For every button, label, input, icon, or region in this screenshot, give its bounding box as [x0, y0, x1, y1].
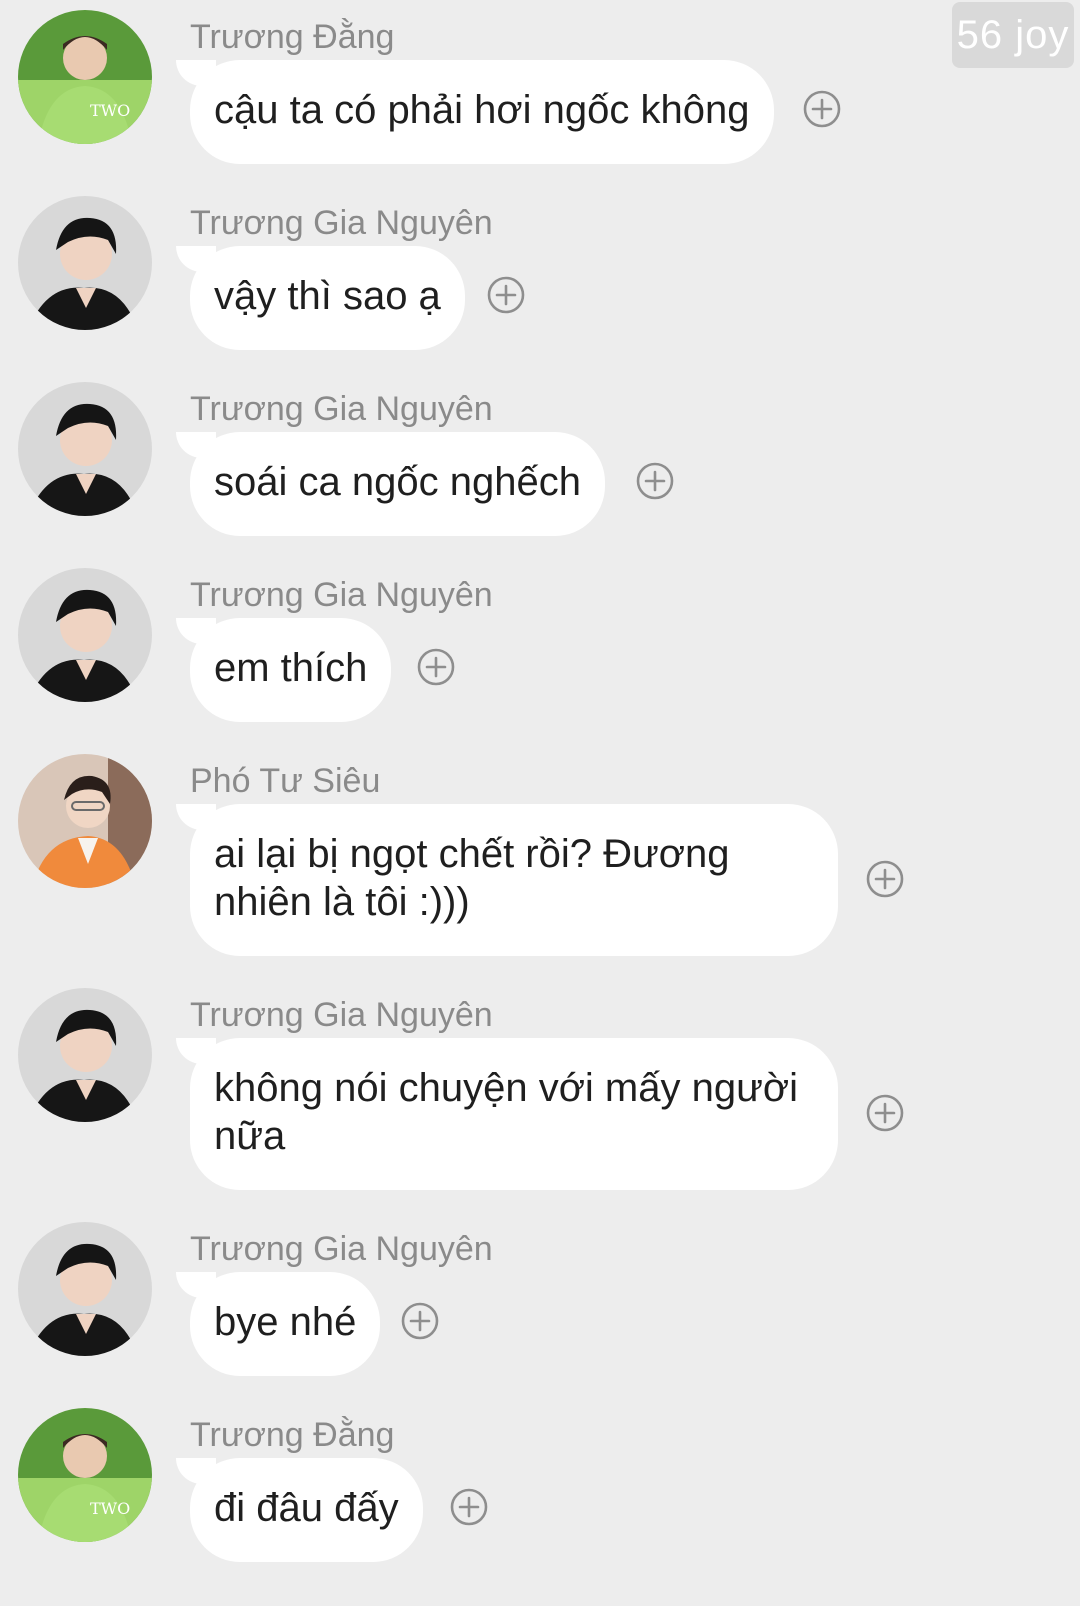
plus-circle-icon [803, 90, 841, 128]
avatar[interactable]: TWO [18, 1408, 152, 1542]
add-reaction-button[interactable] [401, 1302, 439, 1340]
sender-name: Trương Gia Nguyên [190, 996, 493, 1034]
svg-text:TWO: TWO [90, 1499, 130, 1518]
plus-circle-icon [866, 1094, 904, 1132]
add-reaction-button[interactable] [417, 648, 455, 686]
avatar-image [18, 196, 152, 330]
bubble-tail [176, 432, 216, 458]
avatar[interactable] [18, 196, 152, 330]
message-bubble[interactable]: đi đâu đấy [176, 1458, 423, 1562]
message-text: ai lại bị ngọt chết rồi? Đương nhiên là … [214, 832, 730, 924]
sender-name: Trương Gia Nguyên [190, 576, 493, 614]
avatar[interactable] [18, 568, 152, 702]
avatar[interactable] [18, 1222, 152, 1356]
add-reaction-button[interactable] [636, 462, 674, 500]
message-text: vậy thì sao ạ [214, 274, 441, 318]
avatar-image [18, 1222, 152, 1356]
plus-circle-icon [401, 1302, 439, 1340]
add-reaction-button[interactable] [866, 1094, 904, 1132]
add-reaction-button[interactable] [866, 860, 904, 898]
message-text: soái ca ngốc nghếch [214, 460, 581, 504]
avatar[interactable] [18, 754, 152, 888]
sender-name: Trương Đằng [190, 1416, 395, 1454]
bubble-tail [176, 60, 216, 86]
plus-circle-icon [487, 276, 525, 314]
plus-circle-icon [450, 1488, 488, 1526]
avatar-image: TWO [18, 10, 152, 144]
bubble-tail [176, 804, 216, 830]
message-text: em thích [214, 646, 368, 690]
add-reaction-button[interactable] [450, 1488, 488, 1526]
message-bubble[interactable]: em thích [176, 618, 392, 722]
bubble-tail [176, 618, 216, 644]
svg-text:TWO: TWO [90, 101, 130, 120]
bubble-tail [176, 1272, 216, 1298]
avatar-image: TWO [18, 1408, 152, 1542]
message-bubble[interactable]: soái ca ngốc nghếch [176, 432, 605, 536]
plus-circle-icon [866, 860, 904, 898]
message-text: đi đâu đấy [214, 1486, 399, 1530]
watermark: 56 joy [952, 2, 1074, 68]
sender-name: Trương Gia Nguyên [190, 390, 493, 428]
add-reaction-button[interactable] [487, 276, 525, 314]
avatar-image [18, 754, 152, 888]
sender-name: Phó Tư Siêu [190, 762, 381, 800]
bubble-tail [176, 1038, 216, 1064]
plus-circle-icon [636, 462, 674, 500]
add-reaction-button[interactable] [803, 90, 841, 128]
bubble-tail [176, 1458, 216, 1484]
message-bubble[interactable]: cậu ta có phải hơi ngốc không [176, 60, 774, 164]
sender-name: Trương Gia Nguyên [190, 204, 493, 242]
avatar-image [18, 988, 152, 1122]
plus-circle-icon [417, 648, 455, 686]
avatar[interactable]: TWO [18, 10, 152, 144]
message-bubble[interactable]: ai lại bị ngọt chết rồi? Đương nhiên là … [176, 804, 838, 956]
sender-name: Trương Gia Nguyên [190, 1230, 493, 1268]
message-bubble[interactable]: bye nhé [176, 1272, 381, 1376]
avatar-image [18, 568, 152, 702]
message-bubble[interactable]: vậy thì sao ạ [176, 246, 465, 350]
bubble-tail [176, 246, 216, 272]
message-text: không nói chuyện với mấy người nữa [214, 1066, 798, 1158]
message-bubble[interactable]: không nói chuyện với mấy người nữa [176, 1038, 838, 1190]
message-text: cậu ta có phải hơi ngốc không [214, 88, 750, 132]
sender-name: Trương Đằng [190, 18, 395, 56]
avatar-image [18, 382, 152, 516]
message-text: bye nhé [214, 1300, 357, 1344]
avatar[interactable] [18, 382, 152, 516]
avatar[interactable] [18, 988, 152, 1122]
